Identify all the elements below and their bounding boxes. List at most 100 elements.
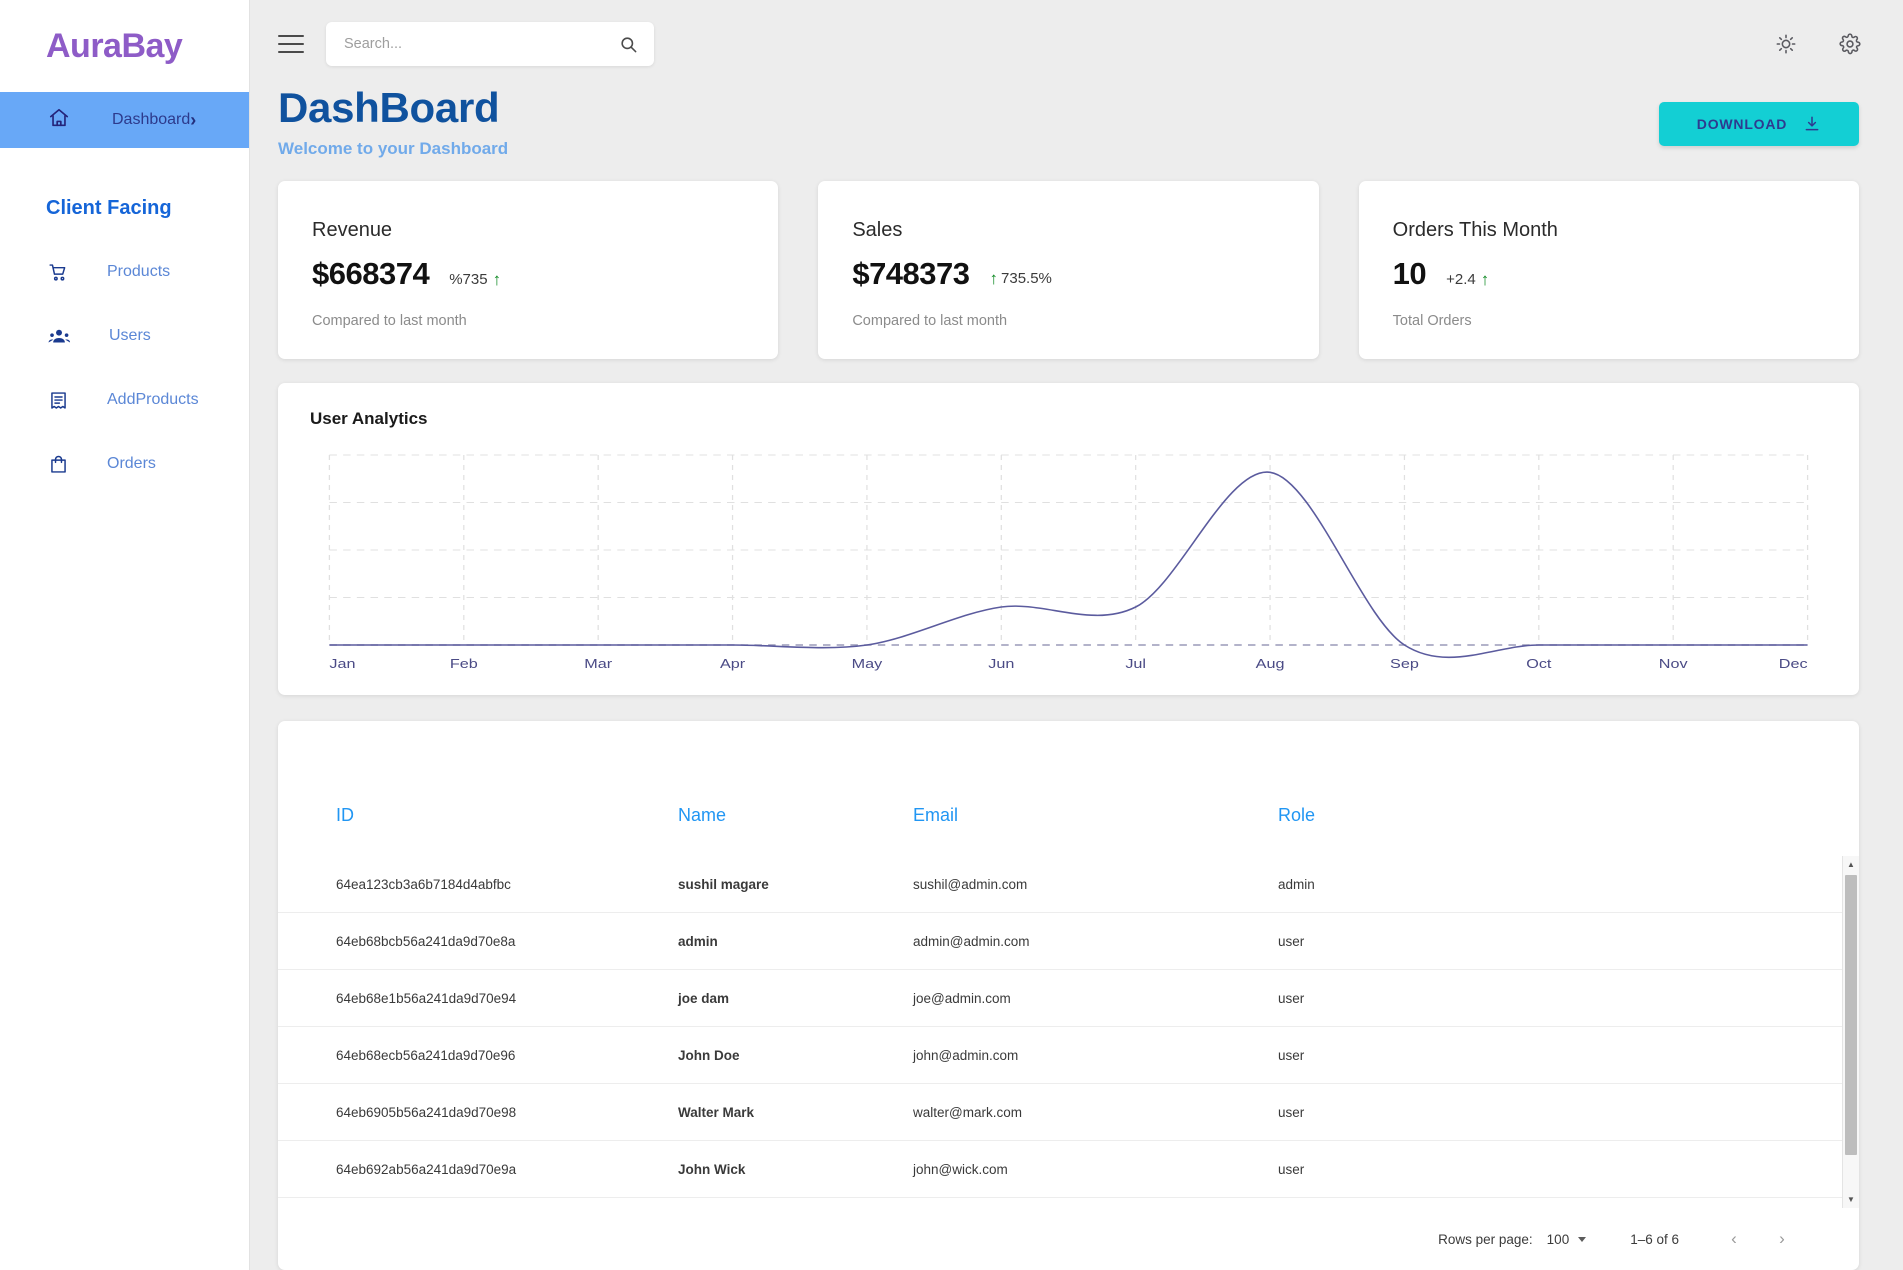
cell-id: 64eb692ab56a241da9d70e9a [278, 1140, 678, 1199]
cell-role: admin [1278, 856, 1859, 914]
trend-up-icon: ↑ [989, 269, 999, 289]
chart-x-tick-label: Aug [1256, 658, 1285, 672]
table-row[interactable]: 64eb68e1b56a241da9d70e94 joe dam joe@admin… [278, 969, 1859, 1028]
column-header-id[interactable]: ID [278, 805, 678, 856]
cell-id: 64eb68bcb56a241da9d70e8a [278, 912, 678, 971]
cell-email: john@wick.com [913, 1140, 1278, 1199]
home-icon [48, 107, 70, 134]
sidebar-item-label: AddProducts [107, 391, 199, 408]
table-body: 64ea123cb3a6b7184d4abfbc sushil magare sus… [278, 856, 1859, 1199]
column-header-email[interactable]: Email [913, 805, 1278, 856]
rows-per-page-select[interactable]: 100 [1547, 1232, 1587, 1247]
table-row[interactable]: 64eb692ab56a241da9d70e9a John Wick john@wi… [278, 1140, 1859, 1199]
topbar [250, 0, 1903, 88]
cell-name: sushil magare [678, 856, 913, 914]
table-row[interactable]: 64eb6905b56a241da9d70e98 Walter Mark walte… [278, 1083, 1859, 1142]
scrollbar-thumb[interactable] [1845, 875, 1857, 1155]
download-button[interactable]: DOWNLOAD [1659, 102, 1859, 146]
gear-icon[interactable] [1833, 27, 1867, 61]
stat-card-revenue: Revenue $668374 %735 ↑ Compared to last … [278, 181, 779, 360]
table-row[interactable]: 64eb68ecb56a241da9d70e96 John Doe john@adm… [278, 1026, 1859, 1085]
chart-x-tick-label: Dec [1779, 658, 1808, 672]
brand-logo[interactable]: AuraBay [0, 0, 250, 92]
chart-x-tick-label: Jun [988, 658, 1014, 672]
column-header-role[interactable]: Role [1278, 805, 1859, 856]
cell-role: user [1278, 1026, 1859, 1085]
users-table-card: ID Name Email Role 64ea123cb3a6b7184d4ab… [278, 721, 1859, 1270]
table-body-scroll-area[interactable]: 64ea123cb3a6b7184d4abfbc sushil magare sus… [278, 856, 1859, 1208]
people-icon [48, 325, 71, 348]
sidebar-item-products[interactable]: Products [0, 240, 250, 304]
stat-delta: ↑ 735.5% [990, 270, 1052, 287]
rows-per-page-value: 100 [1546, 1231, 1570, 1247]
stat-footer: Compared to last month [852, 313, 1008, 330]
cell-id: 64eb68ecb56a241da9d70e96 [278, 1026, 678, 1085]
chart-x-tick-label: Jul [1125, 658, 1146, 672]
cell-name: admin [678, 912, 913, 971]
cell-email: sushil@admin.com [913, 856, 1278, 914]
sidebar-divider [249, 0, 250, 1270]
stat-title: Sales [852, 219, 903, 242]
scroll-up-arrow-icon[interactable]: ▲ [1843, 856, 1860, 873]
sidebar-item-dashboard[interactable]: Dashboard › [0, 92, 250, 148]
heading-block: DashBoard Welcome to your Dashboard [278, 84, 508, 159]
sidebar-item-addproducts[interactable]: AddProducts [0, 368, 250, 432]
stat-delta-text: +2.4 [1446, 271, 1476, 289]
sidebar-item-users[interactable]: Users [0, 304, 250, 368]
chart-x-tick-label: Sep [1390, 658, 1419, 672]
hamburger-icon[interactable] [278, 35, 304, 53]
cell-name: joe dam [678, 969, 913, 1028]
table-row[interactable]: 64eb68bcb56a241da9d70e8a admin admin@admin… [278, 912, 1859, 971]
scroll-down-arrow-icon[interactable]: ▼ [1843, 1191, 1860, 1208]
scrollbar-track[interactable] [1843, 873, 1859, 1191]
stat-value: 10 [1392, 256, 1427, 292]
user-analytics-chart: Jan Feb Mar Apr May Jun Jul Aug Sep Oct Nov Dec [302, 447, 1835, 677]
stat-card-sales: Sales $748373 ↑ 735.5% Compared to last … [818, 181, 1319, 360]
chart-x-tick-label: Feb [450, 658, 478, 672]
stat-value: $748373 [852, 256, 970, 292]
chart-title: User Analytics [310, 409, 428, 429]
search-bar[interactable] [326, 22, 654, 66]
sidebar-nav-list: Products Users AddProducts Orders [0, 240, 250, 496]
column-header-name[interactable]: Name [678, 805, 913, 856]
chart-card: User Analytics Jan Feb Mar Apr May Jun Jul Aug S… [278, 383, 1859, 696]
chevron-right-icon[interactable]: › [1763, 1220, 1801, 1258]
sidebar-item-label: Products [107, 263, 171, 280]
cell-name: Walter Mark [678, 1083, 913, 1142]
table-inner: 64ea123cb3a6b7184d4abfbc sushil magare sus… [278, 856, 1859, 1199]
chevron-left-icon[interactable]: ‹ [1715, 1220, 1753, 1258]
sidebar: AuraBay Dashboard › Client Facing Produc… [0, 0, 250, 1270]
search-input[interactable] [344, 36, 619, 52]
stat-card-orders: Orders This Month 10 +2.4 ↑ Total Orders [1358, 181, 1859, 360]
cell-role: user [1278, 912, 1859, 971]
sun-icon[interactable] [1769, 27, 1803, 61]
cell-id: 64ea123cb3a6b7184d4abfbc [278, 856, 678, 914]
app-root: AuraBay Dashboard › Client Facing Produc… [0, 0, 1903, 1270]
cell-name: John Wick [678, 1140, 913, 1199]
chevron-right-icon: › [190, 110, 197, 130]
sidebar-item-orders[interactable]: Orders [0, 432, 250, 496]
cell-role: user [1278, 1140, 1859, 1199]
chart-x-tick-label: May [852, 658, 883, 672]
stat-delta: +2.4 ↑ [1446, 271, 1489, 288]
stats-row: Revenue $668374 %735 ↑ Compared to last … [250, 181, 1903, 360]
users-table-header: ID Name Email Role [278, 805, 1859, 856]
cell-name: John Doe [678, 1026, 913, 1085]
chart-x-tick-label: Mar [584, 658, 612, 672]
sidebar-section-title: Client Facing [46, 197, 172, 219]
chart-x-tick-label: Jan [329, 658, 355, 672]
shopping-cart-icon [48, 262, 69, 283]
search-icon[interactable] [619, 35, 638, 54]
table-scrollbar[interactable]: ▲ ▼ [1842, 856, 1859, 1208]
sidebar-item-label: Dashboard [112, 111, 191, 128]
table-header-row: ID Name Email Role [278, 805, 1859, 856]
chart-x-tick-label: Oct [1526, 658, 1551, 672]
page-subtitle: Welcome to your Dashboard [278, 139, 509, 159]
trend-up-icon: ↑ [1480, 270, 1490, 290]
stat-title: Orders This Month [1392, 219, 1558, 242]
cell-email: admin@admin.com [913, 912, 1278, 971]
stat-delta-text: %735 [449, 271, 488, 289]
table-row[interactable]: 64ea123cb3a6b7184d4abfbc sushil magare sus… [278, 856, 1859, 914]
chart-line-series [329, 472, 1807, 657]
chart-svg: Jan Feb Mar Apr May Jun Jul Aug Sep Oct Nov Dec [328, 454, 1809, 672]
